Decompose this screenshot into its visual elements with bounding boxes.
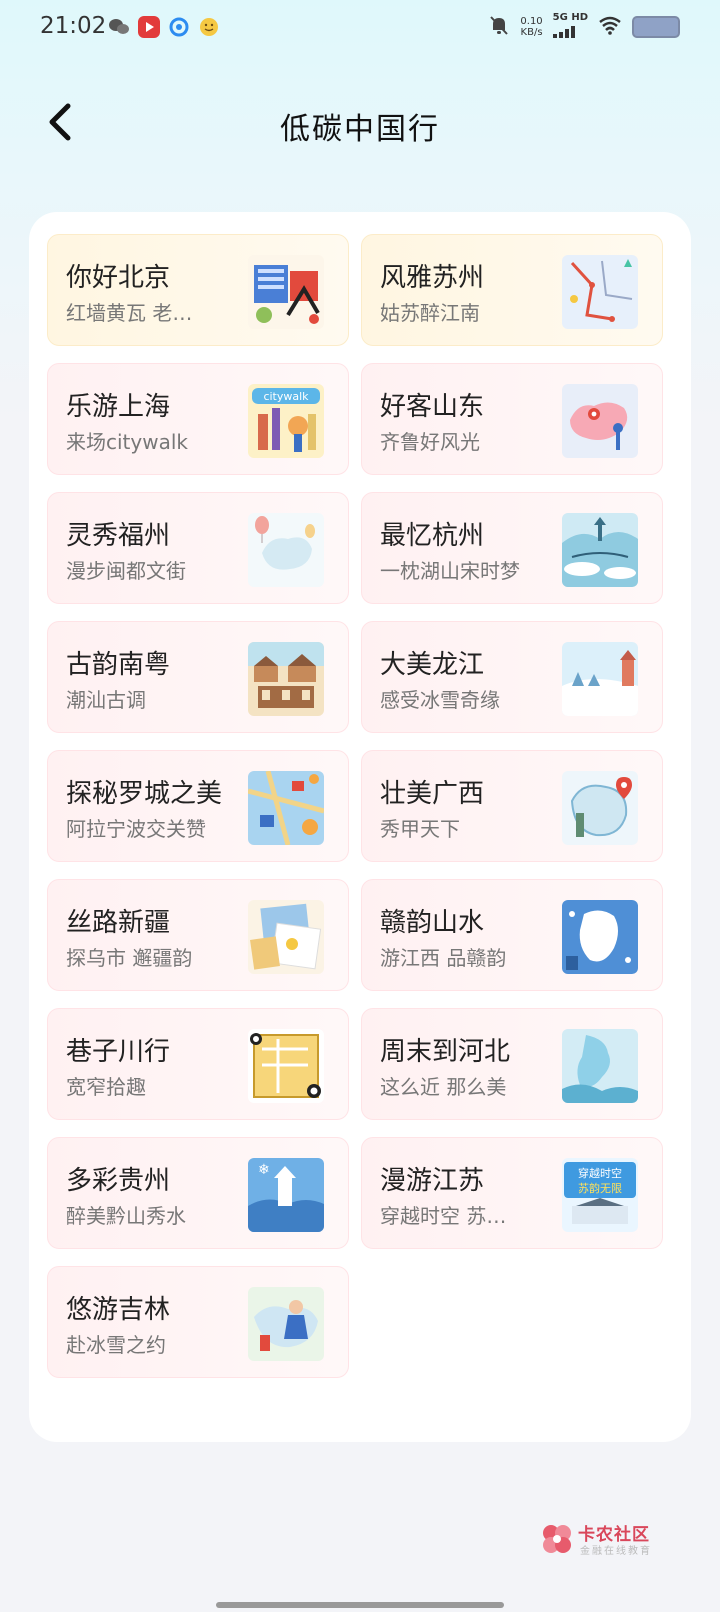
card-ningbo[interactable]: 探秘罗城之美 阿拉宁波交关赞 [47, 750, 349, 862]
card-jiangxi[interactable]: 赣韵山水 游江西 品赣韵 [361, 879, 663, 991]
shanghai-thumbnail: citywalk [248, 384, 324, 458]
jiangsu-thumb-text-1: 穿越时空 [578, 1166, 622, 1180]
card-subtitle: 穿越时空 苏… [380, 1204, 507, 1228]
community-logo-icon [543, 1525, 571, 1553]
card-subtitle: 游江西 品赣韵 [380, 946, 507, 970]
video-app-icon [138, 16, 160, 38]
card-sichuan[interactable]: 巷子川行 宽窄拾趣 [47, 1008, 349, 1120]
jiangxi-thumbnail [562, 900, 638, 974]
card-guangxi[interactable]: 壮美广西 秀甲天下 [361, 750, 663, 862]
status-time: 21:02 [40, 13, 107, 39]
jiangsu-thumb-text-2: 苏韵无限 [578, 1181, 622, 1195]
card-guizhou[interactable]: 多彩贵州 醉美黔山秀水 ❄ [47, 1137, 349, 1249]
net-speed-unit: KB/s [520, 27, 543, 38]
status-bar: 21:02 0.10 KB/s 5G HD [0, 0, 720, 56]
ningbo-thumbnail [248, 771, 324, 845]
card-title: 最忆杭州 [380, 521, 485, 551]
card-title: 灵秀福州 [66, 521, 171, 551]
card-longjiang[interactable]: 大美龙江 感受冰雪奇缘 [361, 621, 663, 733]
card-title: 你好北京 [66, 263, 171, 293]
jiangsu-thumbnail: 穿越时空 苏韵无限 [562, 1158, 638, 1232]
card-subtitle: 感受冰雪奇缘 [380, 688, 500, 712]
card-title: 赣韵山水 [380, 908, 485, 938]
card-beijing[interactable]: 你好北京 红墙黄瓦 老… [47, 234, 349, 346]
card-subtitle: 一枕湖山宋时梦 [380, 559, 520, 583]
card-fuzhou[interactable]: 灵秀福州 漫步闽都文街 [47, 492, 349, 604]
card-subtitle: 探乌市 邂疆韵 [66, 946, 193, 970]
emoji-app-icon [198, 16, 220, 38]
city-list-panel: 你好北京 红墙黄瓦 老… 风雅苏州 姑苏醉江南 乐游上海 来场citywalk … [29, 212, 691, 1442]
card-title: 乐游上海 [66, 392, 171, 422]
card-title: 风雅苏州 [380, 263, 485, 293]
card-title: 多彩贵州 [66, 1166, 171, 1196]
card-subtitle: 这么近 那么美 [380, 1075, 507, 1099]
card-title: 探秘罗城之美 [66, 779, 223, 809]
svg-text:citywalk: citywalk [263, 390, 309, 403]
card-subtitle: 宽窄拾趣 [66, 1075, 146, 1099]
cellular-group: 5G HD [552, 12, 588, 42]
card-title: 壮美广西 [380, 779, 485, 809]
mute-bell-icon [488, 14, 510, 40]
card-title: 巷子川行 [66, 1037, 171, 1067]
card-subtitle: 来场citywalk [66, 430, 188, 454]
nanyue-thumbnail [248, 642, 324, 716]
hangzhou-thumbnail [562, 513, 638, 587]
card-subtitle: 潮汕古调 [66, 688, 146, 712]
card-title: 周末到河北 [380, 1037, 511, 1067]
sichuan-thumbnail [248, 1029, 324, 1103]
hebei-thumbnail [562, 1029, 638, 1103]
card-subtitle: 赴冰雪之约 [66, 1333, 166, 1357]
card-subtitle: 姑苏醉江南 [380, 301, 480, 325]
jilin-thumbnail [248, 1287, 324, 1361]
card-title: 古韵南粤 [66, 650, 171, 680]
guangxi-thumbnail [562, 771, 638, 845]
card-subtitle: 漫步闽都文街 [66, 559, 186, 583]
card-xinjiang[interactable]: 丝路新疆 探乌市 邂疆韵 [47, 879, 349, 991]
home-indicator[interactable] [216, 1602, 504, 1608]
wechat-icon [108, 16, 130, 38]
card-suzhou[interactable]: 风雅苏州 姑苏醉江南 [361, 234, 663, 346]
watermark-sub: 金融在线教育 [580, 1546, 652, 1557]
card-hebei[interactable]: 周末到河北 这么近 那么美 [361, 1008, 663, 1120]
battery-icon [632, 16, 680, 38]
suzhou-thumbnail [562, 255, 638, 329]
card-title: 悠游吉林 [66, 1295, 171, 1325]
card-nanyue[interactable]: 古韵南粤 潮汕古调 [47, 621, 349, 733]
wifi-icon [598, 15, 622, 39]
net-speed: 0.10 KB/s [520, 16, 542, 38]
page-title: 低碳中国行 [280, 112, 440, 147]
card-title: 大美龙江 [380, 650, 485, 680]
fuzhou-thumbnail [248, 513, 324, 587]
svg-text:❄: ❄ [258, 1162, 270, 1178]
card-subtitle: 阿拉宁波交关赞 [66, 817, 206, 841]
signal-icon [552, 23, 579, 42]
card-jilin[interactable]: 悠游吉林 赴冰雪之约 [47, 1266, 349, 1378]
shandong-thumbnail [562, 384, 638, 458]
net-speed-value: 0.10 [520, 16, 543, 27]
longjiang-thumbnail [562, 642, 638, 716]
beijing-thumbnail [248, 255, 324, 329]
card-shanghai[interactable]: 乐游上海 来场citywalk citywalk [47, 363, 349, 475]
header: 低碳中国行 [0, 90, 720, 162]
card-title: 好客山东 [380, 392, 485, 422]
browser-icon [168, 16, 190, 38]
xinjiang-thumbnail [248, 900, 324, 974]
card-title: 丝路新疆 [66, 908, 171, 938]
card-subtitle: 秀甲天下 [380, 817, 460, 841]
network-label: 5G HD [552, 12, 588, 23]
card-subtitle: 红墙黄瓦 老… [66, 301, 193, 325]
card-shandong[interactable]: 好客山东 齐鲁好风光 [361, 363, 663, 475]
card-subtitle: 醉美黔山秀水 [66, 1204, 186, 1228]
card-hangzhou[interactable]: 最忆杭州 一枕湖山宋时梦 [361, 492, 663, 604]
community-watermark: 卡农社区 金融在线教育 [540, 1520, 680, 1560]
card-jiangsu[interactable]: 漫游江苏 穿越时空 苏… 穿越时空 苏韵无限 [361, 1137, 663, 1249]
guizhou-thumbnail: ❄ [248, 1158, 324, 1232]
card-title: 漫游江苏 [380, 1166, 485, 1196]
card-subtitle: 齐鲁好风光 [380, 430, 480, 454]
